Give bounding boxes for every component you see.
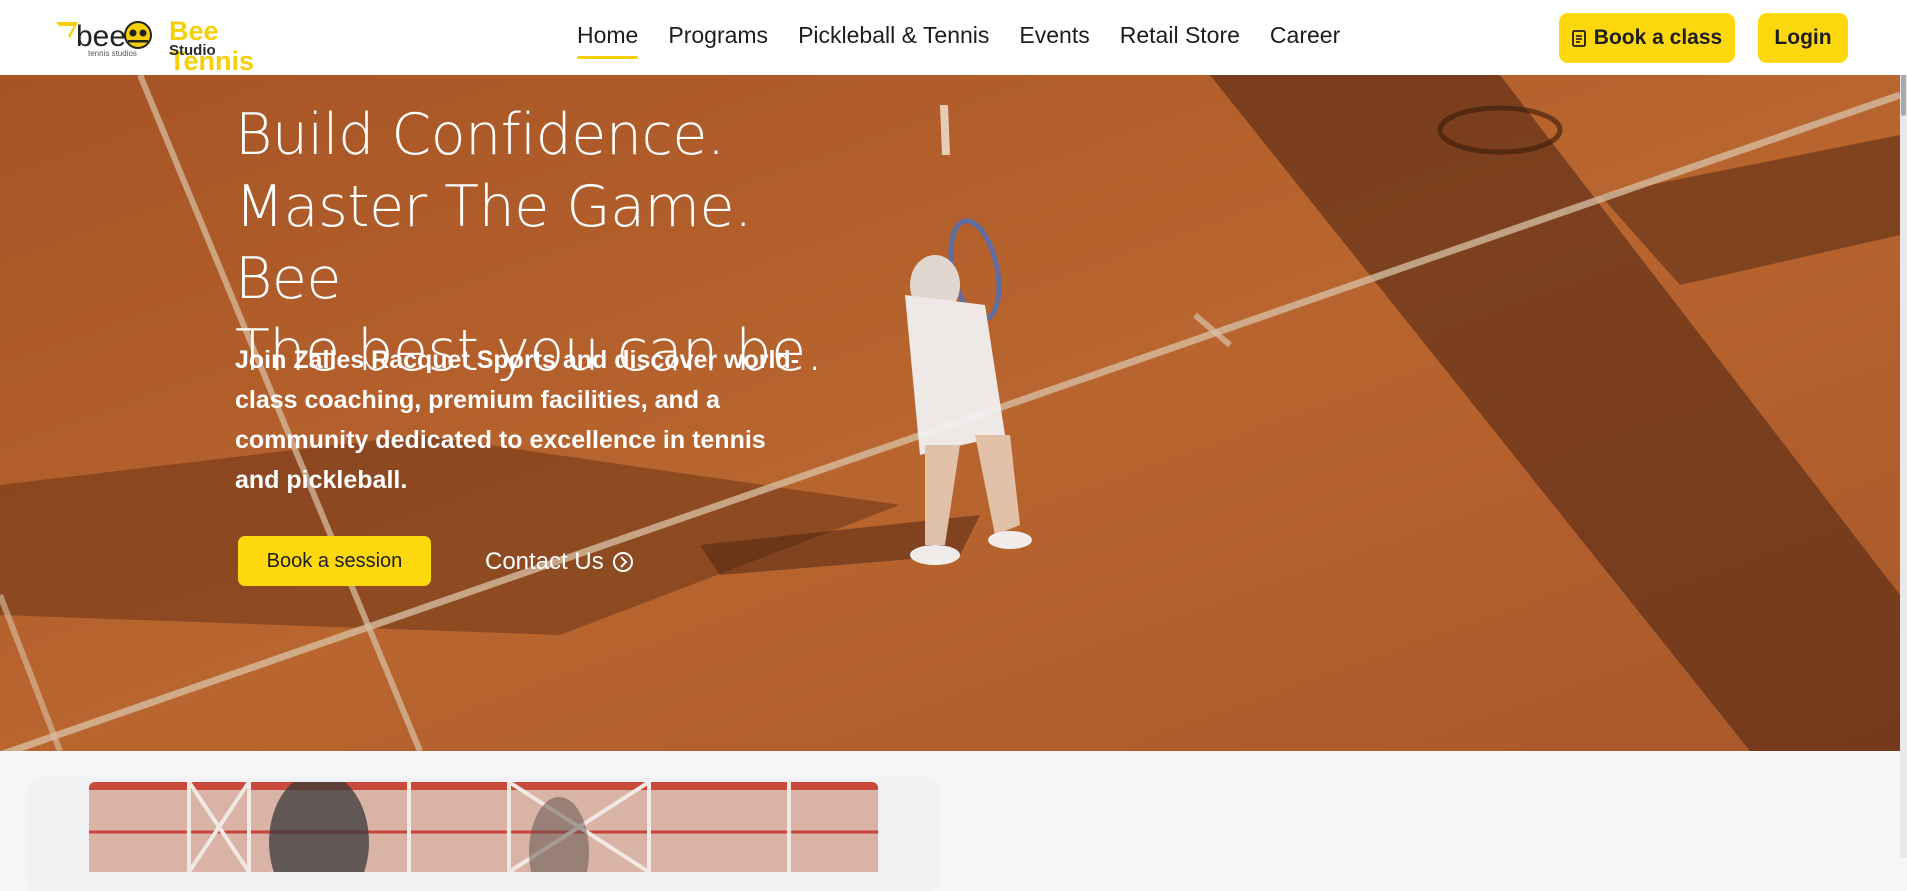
- navbar: bee tennis studios Bee Tennis Studio Hom…: [0, 0, 1907, 76]
- nav-events[interactable]: Events: [1019, 20, 1089, 56]
- nav-retail-store[interactable]: Retail Store: [1120, 20, 1240, 56]
- nav-career[interactable]: Career: [1270, 20, 1340, 56]
- brand-subtitle: Studio: [169, 42, 216, 59]
- hero-section: Build Confidence. Master The Game. Bee T…: [0, 75, 1900, 751]
- nav-pickleball-tennis[interactable]: Pickleball & Tennis: [798, 20, 989, 56]
- arrow-circle-right-icon: [612, 552, 633, 572]
- book-a-class-label: Book a class: [1593, 26, 1723, 49]
- login-button[interactable]: Login: [1758, 13, 1848, 63]
- nav-home[interactable]: Home: [577, 20, 639, 59]
- content-section: [0, 751, 1900, 891]
- main-navigation: Home Programs Pickleball & Tennis Events…: [577, 20, 1370, 59]
- bee-logo-icon: bee tennis studios: [56, 20, 152, 58]
- contact-us-link[interactable]: Contact Us: [485, 547, 634, 577]
- svg-text:tennis studios: tennis studios: [88, 49, 137, 58]
- contact-us-label: Contact Us: [485, 548, 604, 575]
- book-session-button[interactable]: Book a session: [238, 536, 431, 586]
- nav-programs[interactable]: Programs: [668, 20, 768, 56]
- book-a-class-button[interactable]: Book a class: [1559, 13, 1735, 63]
- feature-card-image: [89, 782, 878, 872]
- brand-logo[interactable]: bee tennis studios Bee Tennis Studio: [56, 16, 306, 76]
- page-scrollbar[interactable]: [1900, 0, 1907, 858]
- document-icon: [1571, 29, 1586, 47]
- indoor-court-image: [89, 782, 878, 872]
- hero-description: Join Zalles Racquet Sports and discover …: [235, 346, 800, 494]
